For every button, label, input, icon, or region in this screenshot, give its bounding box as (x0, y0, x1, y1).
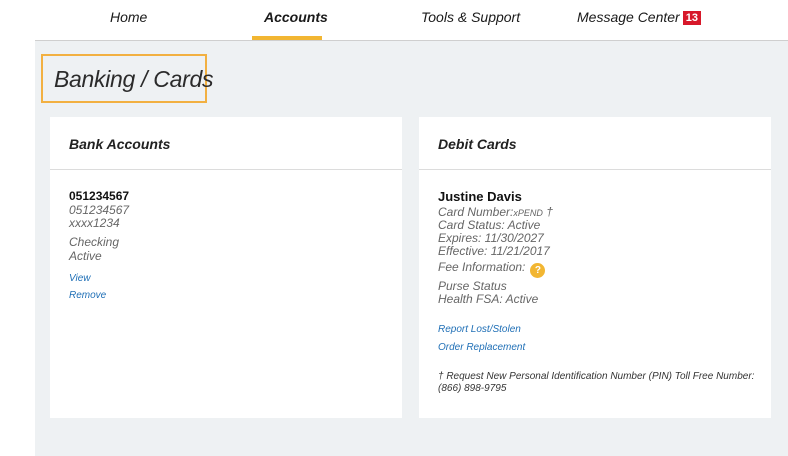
report-lost-stolen-link[interactable]: Report Lost/Stolen (438, 324, 521, 335)
fee-info-icon[interactable]: ? (530, 263, 546, 278)
card-status: Card Status: Active (438, 218, 541, 232)
fee-information: Fee Information:? (438, 260, 546, 278)
debit-cards-title: Debit Cards (438, 136, 517, 152)
page-title-frame: Banking / Cards (41, 54, 213, 103)
account-status: Active (69, 249, 102, 263)
page-title: Banking / Cards (54, 66, 214, 92)
masked-account-number: xxxx1234 (69, 216, 120, 230)
card-number-label: Card Number: (438, 205, 514, 219)
bank-accounts-card: Bank Accounts 051234567 051234567 xxxx12… (50, 117, 402, 418)
bank-accounts-title: Bank Accounts (69, 136, 171, 152)
card-number-value: xPEND (513, 208, 543, 218)
active-tab-underline (252, 36, 322, 40)
routing-number: 051234567 (69, 189, 130, 203)
pin-request-note: † Request New Personal Identification Nu… (438, 371, 755, 394)
health-fsa-status: Health FSA: Active (438, 292, 539, 306)
message-count-badge: 13 (682, 11, 701, 25)
debit-cards-card: Debit Cards Justine Davis Card Number:xP… (419, 117, 771, 418)
card-holder-name: Justine Davis (438, 189, 522, 204)
nav-tools-support[interactable]: Tools & Support (421, 9, 520, 25)
nav-accounts[interactable]: Accounts (264, 9, 328, 25)
nav-home[interactable]: Home (110, 9, 147, 25)
nav-message-center[interactable]: Message Center 13 (577, 9, 701, 25)
purse-status: Purse Status (438, 279, 507, 293)
card-number-dagger: † (546, 205, 553, 219)
card-effective: Effective: 11/21/2017 (438, 244, 550, 258)
remove-account-link[interactable]: Remove (69, 290, 106, 301)
nav-message-center-label: Message Center (577, 9, 680, 25)
fee-information-label: Fee Information: (438, 260, 526, 274)
view-account-link[interactable]: View (69, 273, 91, 284)
order-replacement-link[interactable]: Order Replacement (438, 342, 525, 353)
account-type: Checking (69, 235, 120, 249)
top-navigation: Home Accounts Tools & Support Message Ce… (35, 0, 788, 41)
bank-accounts-header: Bank Accounts (50, 117, 402, 170)
debit-cards-header: Debit Cards (419, 117, 771, 170)
card-number: Card Number:xPEND † (438, 205, 553, 219)
routing-number-sub: 051234567 (69, 203, 130, 217)
card-expires: Expires: 11/30/2027 (438, 231, 544, 245)
